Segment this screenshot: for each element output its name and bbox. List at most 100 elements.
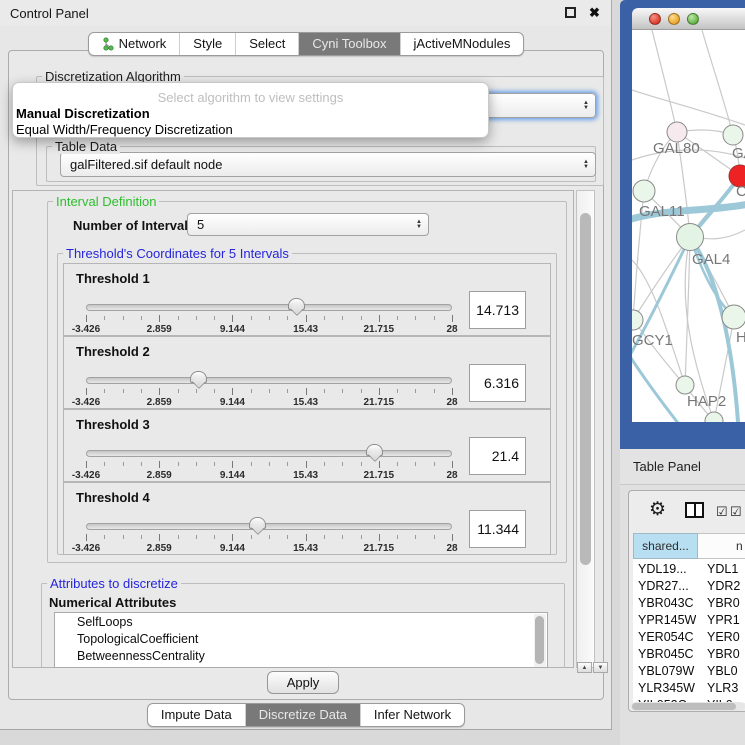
table-row[interactable]: YBR045CYBR0 <box>633 646 745 663</box>
gear-icon[interactable]: ⚙ <box>649 498 666 521</box>
cell-shared-name: YDL19... <box>638 562 696 576</box>
attributes-list-scrollbar[interactable] <box>534 614 546 667</box>
network-window-titlebar[interactable] <box>632 8 745 30</box>
tab-discretize-data-label: Discretize Data <box>259 704 347 726</box>
table-row[interactable]: YBR043CYBR0 <box>633 595 745 612</box>
node-label: GCY1 <box>632 332 673 349</box>
slider-track[interactable] <box>86 304 452 311</box>
slider-track[interactable] <box>86 377 452 384</box>
checkbox-icon[interactable]: ☑ <box>730 504 742 520</box>
table-panel-box: ⚙ ☑ ☑ shared... n YDL19...YDL1 YDR27...Y… <box>628 490 745 712</box>
checkbox-icon[interactable]: ☑ <box>716 504 728 520</box>
popup-option-manual[interactable]: Manual Discretization <box>16 106 150 121</box>
slider-ticks <box>86 315 452 323</box>
close-icon[interactable]: ✖ <box>589 5 600 21</box>
threshold-1-value-field[interactable]: 14.713 <box>469 291 526 329</box>
tab-network-label: Network <box>119 33 167 55</box>
popup-option-equal-width[interactable]: Equal Width/Frequency Discretization <box>16 122 233 137</box>
table-panel: Table Panel ⚙ ☑ ☑ shared... n YDL19...YD… <box>620 449 745 745</box>
list-item[interactable]: SelfLoops <box>55 613 547 630</box>
tab-impute-data[interactable]: Impute Data <box>148 704 245 726</box>
close-traffic-light-icon[interactable] <box>649 13 661 25</box>
threshold-3-value-field[interactable]: 21.4 <box>469 437 526 475</box>
table-data-combobox[interactable]: galFiltered.sif default node ▲▼ <box>60 152 596 177</box>
network-view-window[interactable]: GAL80 GA C GAL11 GAL4 GCY1 H HAP2 <box>620 0 745 449</box>
tab-jactivemnodules[interactable]: jActiveMNodules <box>400 33 524 55</box>
column-header-shared-name[interactable]: shared... <box>633 533 698 559</box>
network-graph: GAL80 GA C GAL11 GAL4 GCY1 H HAP2 <box>632 30 745 422</box>
scrollbar-thumb[interactable] <box>535 616 544 664</box>
network-node[interactable] <box>677 224 704 251</box>
number-of-intervals-combobox[interactable]: 5 ▲▼ <box>187 213 429 236</box>
threshold-4-value-field[interactable]: 11.344 <box>469 510 526 548</box>
numerical-attributes-list[interactable]: SelfLoops TopologicalCoefficient Between… <box>54 612 548 668</box>
node-label: H <box>736 329 745 346</box>
network-node[interactable] <box>633 180 655 202</box>
network-node[interactable] <box>723 125 743 145</box>
tab-select[interactable]: Select <box>235 33 298 55</box>
tab-discretize-data[interactable]: Discretize Data <box>245 704 360 726</box>
table-row[interactable]: YDR27...YDR2 <box>633 578 745 595</box>
top-tab-bar: Network Style Select Cyni Toolbox jActiv… <box>0 32 612 56</box>
cell-shared-name: YBR043C <box>638 596 696 610</box>
threshold-2-value-field[interactable]: 6.316 <box>469 364 526 402</box>
network-node[interactable] <box>632 310 643 330</box>
minimize-traffic-light-icon[interactable] <box>668 13 680 25</box>
table-row[interactable]: YLR345WYLR3 <box>633 680 745 697</box>
slider-thumb[interactable] <box>288 298 305 310</box>
tick-label: 28 <box>446 470 457 481</box>
slider-tick-labels: -3.426 2.859 9.144 15.43 21.715 28 <box>86 543 452 555</box>
threshold-3-slider[interactable]: -3.426 2.859 9.144 15.43 21.715 28 <box>86 448 452 478</box>
scroll-up-button[interactable]: ▲ <box>577 662 592 673</box>
float-window-icon[interactable] <box>565 7 576 18</box>
apply-button[interactable]: Apply <box>267 671 339 694</box>
settings-vertical-scrollbar[interactable] <box>576 190 595 668</box>
threshold-1-panel: Threshold 1 -3.426 2.859 9.144 15.43 21.… <box>63 263 551 336</box>
tab-infer-network[interactable]: Infer Network <box>360 704 464 726</box>
slider-track[interactable] <box>86 523 452 530</box>
scroll-down-button[interactable]: ▼ <box>593 662 608 673</box>
network-node[interactable] <box>722 305 745 329</box>
tab-cyni-toolbox[interactable]: Cyni Toolbox <box>298 33 399 55</box>
table-row[interactable]: YER054CYER0 <box>633 629 745 646</box>
tab-network[interactable]: Network <box>89 33 180 55</box>
slider-thumb[interactable] <box>366 444 383 456</box>
node-attribute-table: shared... n YDL19...YDL1 YDR27...YDR2 YB… <box>633 533 745 701</box>
slider-track[interactable] <box>86 450 452 457</box>
table-row[interactable]: YBL079WYBL0 <box>633 663 745 680</box>
scrollbar-thumb[interactable] <box>632 703 736 710</box>
threshold-2-panel: Threshold 2 -3.426 2.859 9.144 15.43 21.… <box>63 336 551 409</box>
tick-label: 15.43 <box>293 543 318 554</box>
tab-style[interactable]: Style <box>179 33 235 55</box>
scrollbar-thumb[interactable] <box>580 213 591 565</box>
tick-label: 2.859 <box>147 470 172 481</box>
combo-arrows-icon: ▲▼ <box>583 101 589 111</box>
cell-name: YBR0 <box>707 647 745 661</box>
threshold-2-slider[interactable]: -3.426 2.859 9.144 15.43 21.715 28 <box>86 375 452 405</box>
threshold-1-slider[interactable]: -3.426 2.859 9.144 15.43 21.715 28 <box>86 302 452 332</box>
slider-tick-labels: -3.426 2.859 9.144 15.43 21.715 28 <box>86 324 452 336</box>
network-canvas[interactable]: GAL80 GA C GAL11 GAL4 GCY1 H HAP2 <box>632 30 745 422</box>
tab-jactivemnodules-label: jActiveMNodules <box>414 33 511 55</box>
columns-icon[interactable] <box>685 502 704 518</box>
network-node[interactable] <box>667 122 687 142</box>
cell-shared-name: YDR27... <box>638 579 696 593</box>
list-item[interactable]: BetweennessCentrality <box>55 647 547 664</box>
slider-thumb[interactable] <box>190 371 207 383</box>
threshold-4-slider[interactable]: -3.426 2.859 9.144 15.43 21.715 28 <box>86 521 452 551</box>
network-node[interactable] <box>676 376 694 394</box>
list-item[interactable]: TopologicalCoefficient <box>55 630 547 647</box>
tick-label: -3.426 <box>72 470 100 481</box>
column-header-name[interactable]: n <box>698 533 745 559</box>
popup-hint: Select algorithm to view settings <box>13 90 488 105</box>
table-row[interactable]: YDL19...YDL1 <box>633 561 745 578</box>
tick-label: 9.144 <box>220 470 245 481</box>
table-data-selected: galFiltered.sif default node <box>70 157 222 172</box>
tick-label: 2.859 <box>147 543 172 554</box>
tick-label: 15.43 <box>293 397 318 408</box>
table-horizontal-scrollbar[interactable] <box>631 702 745 711</box>
table-row[interactable]: YPR145WYPR1 <box>633 612 745 629</box>
tick-label: -3.426 <box>72 324 100 335</box>
slider-thumb[interactable] <box>249 517 266 529</box>
zoom-traffic-light-icon[interactable] <box>687 13 699 25</box>
